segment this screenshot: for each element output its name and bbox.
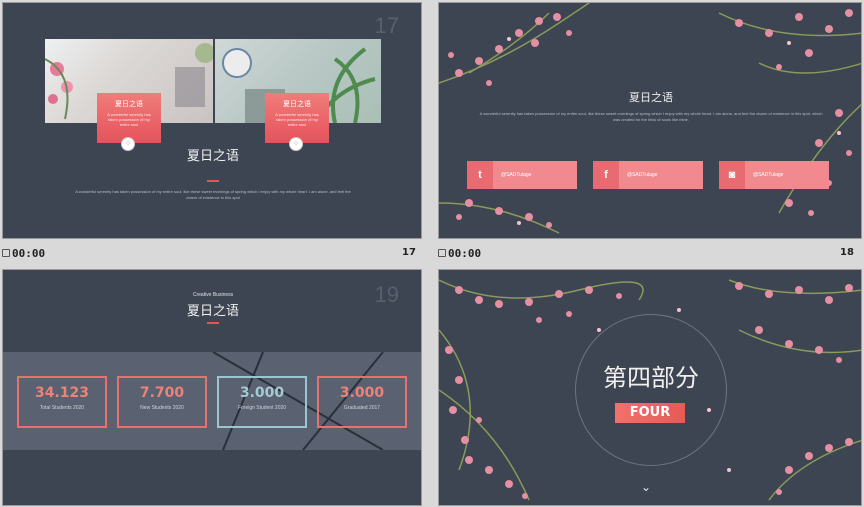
stat-label: Foreign Student 2020 [237, 405, 287, 411]
stat-value: 34.123 [34, 385, 90, 401]
slide-title: 夏日之语 [629, 91, 673, 104]
slide-thumbnail-17[interactable]: 17 夏日之语 A wonderful serenity has taken p… [2, 2, 422, 239]
slide-number-18: 18 [840, 247, 854, 258]
play-icon[interactable] [438, 249, 446, 257]
stat-label: Total Students 2020 [39, 405, 85, 411]
slide-title: 夏日之语 [186, 304, 239, 319]
facebook-icon: f [593, 161, 619, 189]
slide-subtitle: Creative Business [192, 292, 234, 298]
slide-sorter-grid: 17 夏日之语 A wonderful serenity has taken p… [0, 0, 864, 507]
stat-value: 3.000 [239, 385, 285, 401]
card-title: 夏日之语 [283, 100, 311, 108]
feature-card-1: 夏日之语 A wonderful serenity has taken poss… [97, 93, 161, 143]
slide-number-17: 17 [402, 247, 416, 258]
chevron-down-icon: ⌄ [641, 480, 652, 494]
stat-new-students: 7.700 New Students 2020 [117, 376, 207, 428]
stat-value: 3.000 [339, 385, 385, 401]
slide-thumbnail-19[interactable]: 19 Creative Business 夏日之语 34.123 Total S… [2, 269, 422, 506]
stat-total-students: 34.123 Total Students 2020 [17, 376, 107, 428]
social-facebook[interactable]: f @SADTulage [593, 161, 703, 189]
social-twitter[interactable]: t @SADTulage [467, 161, 577, 189]
title-underline [207, 180, 219, 182]
card-text: A wonderful serenity has taken possessio… [275, 112, 319, 127]
slide-corner-number: 17 [374, 13, 399, 38]
stat-graduated: 3.000 Graduated 2017 [317, 376, 407, 428]
slide-timing-17: 00:00 [2, 242, 45, 264]
card-circle-icon: ○ [289, 137, 303, 151]
twitter-icon: t [467, 161, 493, 189]
section-title: 第四部分 [603, 364, 699, 392]
feature-card-2: 夏日之语 A wonderful serenity has taken poss… [265, 93, 329, 143]
stat-foreign-students: 3.000 Foreign Student 2020 [217, 376, 307, 428]
slide-thumbnail-18[interactable]: 夏日之语 A wonderful serenity has taken poss… [438, 2, 862, 239]
play-icon[interactable] [2, 249, 10, 257]
instagram-icon: ◙ [719, 161, 745, 189]
slide-body-text: A wonderful serenity has taken possessio… [75, 189, 351, 200]
social-handle: @SADTulage [501, 172, 532, 178]
slide-title: 夏日之语 [186, 149, 239, 164]
section-badge: FOUR [615, 403, 685, 423]
slide-thumbnail-section-four[interactable]: 第四部分 FOUR ⌄ [438, 269, 862, 506]
slide-body-text: A wonderful serenity has taken possessio… [479, 111, 823, 122]
stat-value: 7.700 [139, 385, 185, 401]
stat-label: Graduated 2017 [343, 405, 381, 411]
social-instagram[interactable]: ◙ @SADTulage [719, 161, 829, 189]
title-underline [207, 322, 219, 324]
slide-timing-18: 00:00 [438, 242, 481, 264]
stat-label: New Students 2020 [140, 405, 184, 411]
card-title: 夏日之语 [115, 100, 143, 108]
slide-corner-number: 19 [374, 282, 399, 307]
card-text: A wonderful serenity has taken possessio… [107, 112, 151, 127]
social-handle: @SADTulage [627, 172, 658, 178]
social-handle: @SADTulage [753, 172, 784, 178]
card-circle-icon: ○ [121, 137, 135, 151]
